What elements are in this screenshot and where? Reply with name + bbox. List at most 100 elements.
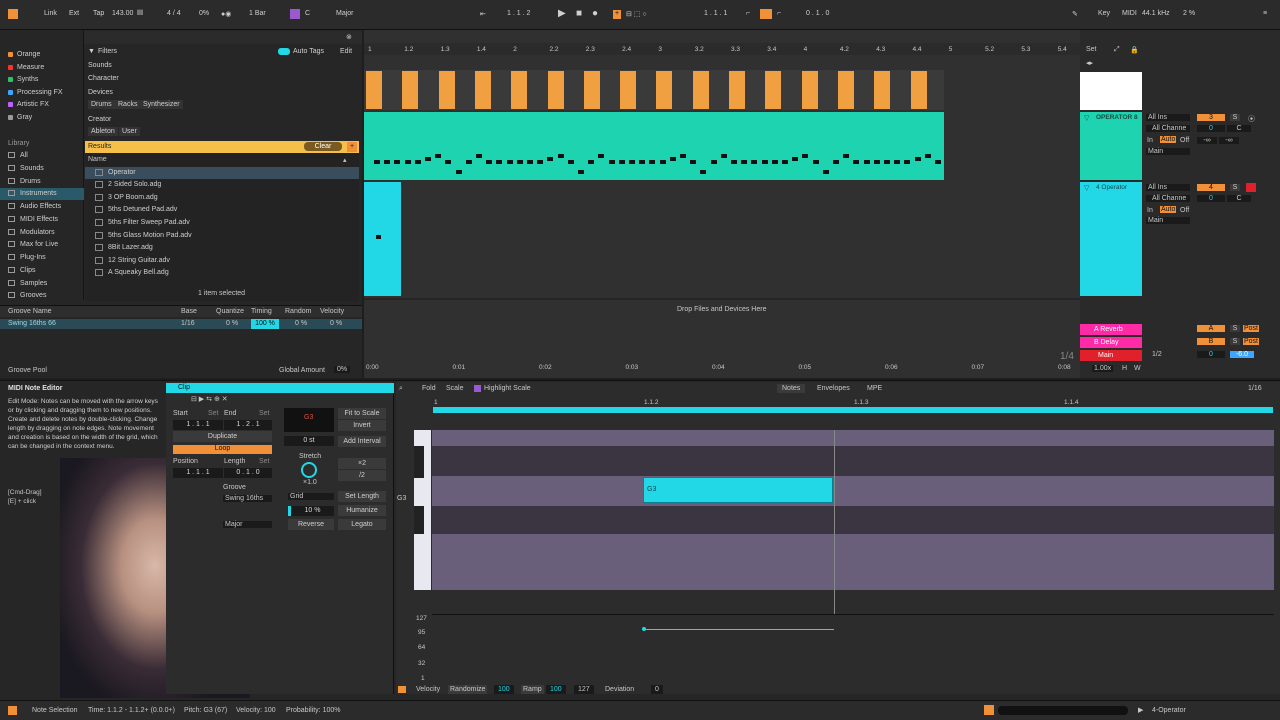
tag-synthesizer[interactable]: Synthesizer [140,100,183,109]
tap-button[interactable]: Tap [93,10,104,17]
volume-field[interactable]: 0 [1197,125,1225,132]
search-icon[interactable]: ⌕ [399,385,403,393]
groove-timing[interactable]: 100 % [251,319,279,329]
reverse-button[interactable]: Reverse [288,519,334,530]
highlight-label[interactable]: Highlight Scale [484,385,531,392]
lock-icon[interactable]: 🔒 [1130,46,1139,54]
list-item[interactable]: 5ths Glass Motion Pad.adv [95,230,192,242]
play-button[interactable]: ▶ [558,8,566,19]
velocity-bar[interactable] [644,629,834,630]
monitor-in[interactable]: In [1147,207,1153,214]
record-button[interactable]: ● [592,8,598,19]
tab-envelopes[interactable]: Envelopes [817,385,850,392]
hamburger-icon[interactable]: ≡ [1263,10,1267,17]
scale-button[interactable]: Scale [446,385,464,392]
arm-button[interactable] [1246,183,1256,192]
volume-field[interactable]: 0 [1197,195,1225,202]
stretch-knob[interactable] [301,462,317,478]
return-b-solo[interactable]: S [1230,338,1240,345]
half-button[interactable]: /2 [338,470,386,481]
scale-icon[interactable] [290,9,300,19]
humanize-amount[interactable]: 10 % [288,506,334,516]
track-name[interactable]: 4 Operator [1096,184,1127,191]
return-b-letter[interactable]: B [1197,338,1225,345]
output-select[interactable]: Main [1146,148,1190,155]
add-filter-icon[interactable]: + [347,142,357,152]
overdub-button[interactable]: + [613,10,621,19]
end-field[interactable]: 1 . 2 . 1 [224,420,272,430]
fit-to-scale-button[interactable]: Fit to Scale [338,408,386,419]
loop-length-field[interactable]: 0 . 1 . 0 [806,10,829,17]
ext-button[interactable]: Ext [69,10,79,17]
randomize-field[interactable]: 100 [494,685,514,694]
length-field[interactable]: 0 . 1 . 0 [224,468,272,478]
scale-select[interactable]: Major [336,10,354,17]
auto-tags-toggle[interactable] [278,48,290,55]
note-lane[interactable] [432,430,1274,446]
edit-button[interactable]: Edit [340,48,352,55]
channel-select[interactable]: All Channe [1146,195,1190,202]
length-set[interactable]: Set [259,458,270,465]
h-button[interactable]: H [1122,365,1127,372]
metronome-icon[interactable]: ⦀⦀ [137,10,143,18]
tab-mpe[interactable]: MPE [867,385,882,392]
loop-start-field[interactable]: 1 . 1 . 1 [704,10,727,17]
track-header-operator-8[interactable]: ▽ OPERATOR 8 [1080,112,1142,180]
drop-zone[interactable]: Drop Files and Devices Here [677,306,766,313]
solo-button[interactable]: S [1230,184,1240,191]
fold-icon[interactable]: ▽ [1084,114,1089,122]
empty-lane[interactable] [364,298,1080,300]
return-b[interactable]: B Delay [1080,337,1142,348]
sort-icon[interactable]: ▴ [343,156,347,164]
monitor-auto[interactable]: Auto [1160,206,1177,213]
midi-map-button[interactable]: MIDI [1122,10,1137,17]
output-select[interactable]: Main [1146,217,1190,224]
quantize-menu[interactable]: 1 Bar [249,10,266,17]
punch-icon[interactable]: ⌐ [746,10,750,17]
menu-icon[interactable] [8,9,18,19]
transpose-field[interactable]: 0 st [284,436,334,446]
note-lane[interactable] [432,506,1274,534]
velocity-icon[interactable] [398,686,406,693]
sidebar-item-drums[interactable]: Drums [8,178,41,185]
stop-button[interactable]: ■ [576,8,582,19]
list-item[interactable]: 12 String Guitar.adv [95,255,170,267]
key-root[interactable]: C [305,10,310,17]
deviation-field[interactable]: 0 [651,685,663,694]
character-filter[interactable]: Character [88,75,119,82]
position-field[interactable]: 1 . 1 . 2 [507,10,530,17]
return-a[interactable]: A Reverb [1080,324,1142,335]
sidebar-item-clips[interactable]: Clips [8,267,36,274]
pan-field[interactable]: C [1227,195,1251,202]
groove-row[interactable]: Swing 16ths 66 1/16 0 % 100 % 0 % 0 % [0,319,362,329]
loop-button[interactable]: Loop [173,445,272,454]
start-field[interactable]: 1 . 1 . 1 [173,420,223,430]
sidebar-item-max-for-live[interactable]: Max for Live [8,241,58,248]
sounds-filter[interactable]: Sounds [88,62,112,69]
input-select[interactable]: All Ins [1146,114,1190,121]
sidebar-item-artistic-fx[interactable]: Artistic FX [8,101,49,108]
list-item[interactable]: Operator [95,167,136,179]
ramp-field[interactable]: 100 [546,685,566,694]
loop-brace[interactable] [433,407,1273,413]
ramp-button[interactable]: Ramp [521,685,544,694]
follow-icon[interactable]: ⇤ [480,10,486,18]
set-length-button[interactable]: Set Length [338,491,386,502]
clip-title-bar[interactable]: Clip [166,383,394,393]
sidebar-item-modulators[interactable]: Modulators [8,229,55,236]
main-pan[interactable]: -6.0 [1230,351,1254,358]
midi-note[interactable]: G3 [643,477,833,503]
end-set[interactable]: Set [259,410,270,417]
send-a[interactable]: -∞ [1197,137,1217,144]
add-interval-button[interactable]: Add Interval [338,436,386,447]
clear-search-icon[interactable]: ⊗ [346,33,352,41]
note-lane[interactable] [432,446,1274,476]
grid-label[interactable]: Grid [288,493,334,500]
global-amount-field[interactable]: 0% [334,366,351,373]
sidebar-item-plug-ins[interactable]: Plug-Ins [8,254,46,261]
fold-button[interactable]: Fold [422,385,436,392]
return-a-post[interactable]: Post [1243,325,1260,332]
velocity-lane[interactable] [432,614,1274,684]
tempo-field[interactable]: 143.00 [112,10,133,17]
name-column[interactable]: Name [88,156,107,163]
